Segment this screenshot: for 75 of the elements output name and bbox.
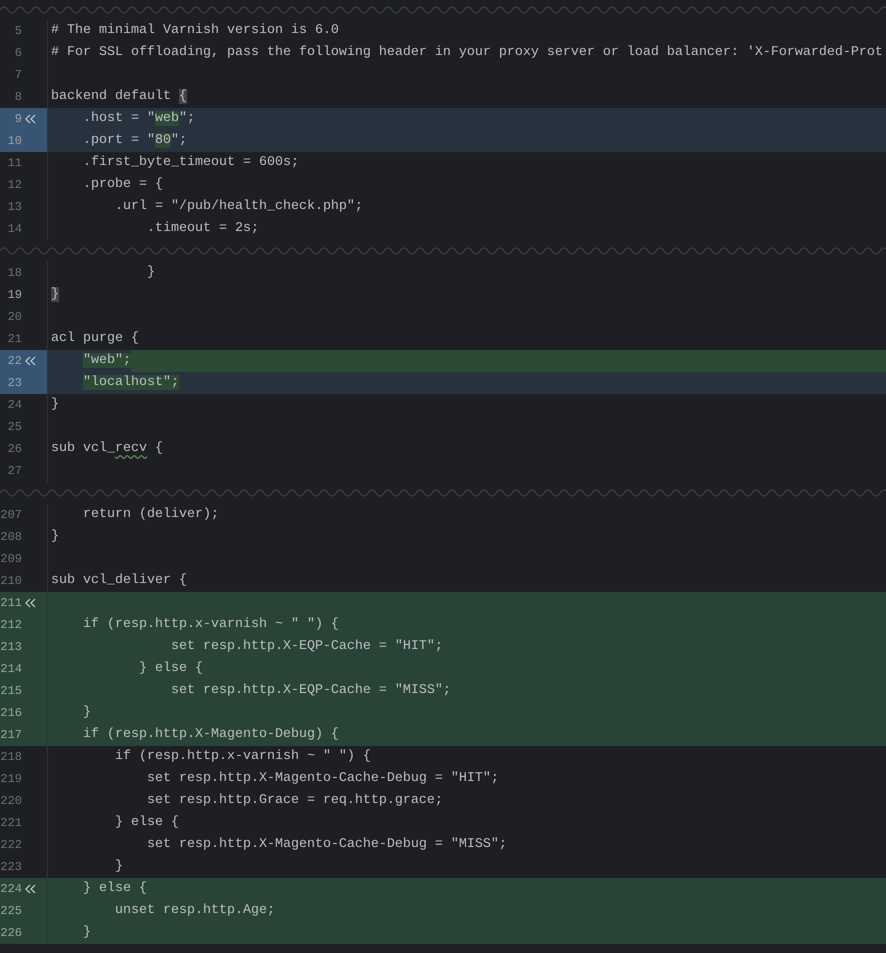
line-number: 9 bbox=[14, 111, 22, 128]
line-number: 209 bbox=[0, 551, 22, 568]
double-chevron-left-icon[interactable] bbox=[25, 356, 36, 366]
line-number: 11 bbox=[6, 155, 22, 172]
double-chevron-left-icon[interactable] bbox=[25, 598, 36, 608]
line-number: 223 bbox=[0, 859, 22, 876]
line-number: 25 bbox=[6, 419, 22, 436]
code-line: } bbox=[146, 264, 155, 282]
line-number: 23 bbox=[6, 375, 22, 392]
line-number: 12 bbox=[6, 177, 22, 194]
line-number: 215 bbox=[0, 683, 22, 700]
line-number: 208 bbox=[0, 529, 22, 546]
code-line: .first_byte_timeout = 600s; bbox=[82, 154, 299, 172]
line-number: 18 bbox=[6, 265, 22, 282]
line-number: 221 bbox=[0, 815, 22, 832]
line-number: 6 bbox=[14, 45, 22, 62]
line-number: 7 bbox=[14, 67, 22, 84]
line-number: 226 bbox=[0, 925, 22, 942]
code-line: .url = "/pub/health_check.php"; bbox=[114, 198, 363, 216]
line-number: 26 bbox=[6, 441, 22, 458]
line-number: 10 bbox=[6, 133, 22, 150]
code-line: } bbox=[51, 528, 59, 546]
line-number: 20 bbox=[6, 309, 22, 326]
line-number: 224 bbox=[0, 881, 22, 898]
code-line: } else { bbox=[138, 660, 203, 678]
line-number: 211 bbox=[0, 595, 22, 612]
code-line: .probe = { bbox=[82, 176, 163, 194]
code-line: set resp.http.X-EQP-Cache = "MISS"; bbox=[170, 682, 451, 700]
line-number: 27 bbox=[6, 463, 22, 480]
code-line: set resp.http.X-Magento-Cache-Debug = "HIT"; bbox=[146, 770, 499, 788]
line-number: 216 bbox=[0, 705, 22, 722]
code-line: } else { bbox=[114, 814, 179, 832]
code-line: } bbox=[82, 704, 91, 722]
code-line: } bbox=[82, 924, 91, 942]
code-line: if (resp.http.x-varnish ~ " ") { bbox=[114, 748, 371, 766]
line-number: 14 bbox=[6, 221, 22, 238]
code-line: return (deliver); bbox=[82, 506, 219, 524]
line-number: 218 bbox=[0, 749, 22, 766]
code-line: backend default { bbox=[51, 88, 187, 106]
line-number: 225 bbox=[0, 903, 22, 920]
line-number: 217 bbox=[0, 727, 22, 744]
code-line: set resp.http.X-EQP-Cache = "HIT"; bbox=[170, 638, 443, 656]
code-line: .timeout = 2s; bbox=[146, 220, 259, 238]
line-number: 210 bbox=[0, 573, 22, 590]
line-number: 5 bbox=[14, 23, 22, 40]
double-chevron-left-icon[interactable] bbox=[25, 884, 36, 894]
code-line: unset resp.http.Age; bbox=[114, 902, 275, 920]
code-line: .host = "web"; bbox=[82, 110, 195, 128]
code-line: sub vcl_recv { bbox=[51, 440, 163, 458]
line-number: 22 bbox=[6, 353, 22, 370]
code-line: acl purge { bbox=[51, 330, 139, 348]
code-line: sub vcl_deliver { bbox=[51, 572, 187, 590]
code-line: } else { bbox=[82, 880, 147, 898]
code-line: if (resp.http.x-varnish ~ " ") { bbox=[82, 616, 339, 634]
code-line: } bbox=[114, 858, 123, 876]
line-number: 13 bbox=[6, 199, 22, 216]
code-line: # The minimal Varnish version is 6.0 bbox=[51, 22, 339, 40]
line-number: 213 bbox=[0, 639, 22, 656]
line-number: 220 bbox=[0, 793, 22, 810]
line-number: 21 bbox=[6, 331, 22, 348]
code-line: set resp.http.Grace = req.http.grace; bbox=[146, 792, 443, 810]
line-number: 207 bbox=[0, 507, 22, 524]
code-line: .port = "80"; bbox=[82, 132, 187, 150]
line-number: 19 bbox=[6, 287, 22, 304]
line-number: 222 bbox=[0, 837, 22, 854]
code-line: set resp.http.X-Magento-Cache-Debug = "MISS"; bbox=[146, 836, 507, 854]
code-line: # For SSL offloading, pass the following header in your proxy server or load balancer: 'X-Forwarded-Prot bbox=[51, 44, 883, 62]
double-chevron-left-icon[interactable] bbox=[25, 114, 36, 124]
line-number: 8 bbox=[14, 89, 22, 106]
line-number: 212 bbox=[0, 617, 22, 634]
line-number: 24 bbox=[6, 397, 22, 414]
code-line: if (resp.http.X-Magento-Debug) { bbox=[82, 726, 339, 744]
line-number: 219 bbox=[0, 771, 22, 788]
line-number: 214 bbox=[0, 661, 22, 678]
code-line: } bbox=[51, 396, 59, 414]
